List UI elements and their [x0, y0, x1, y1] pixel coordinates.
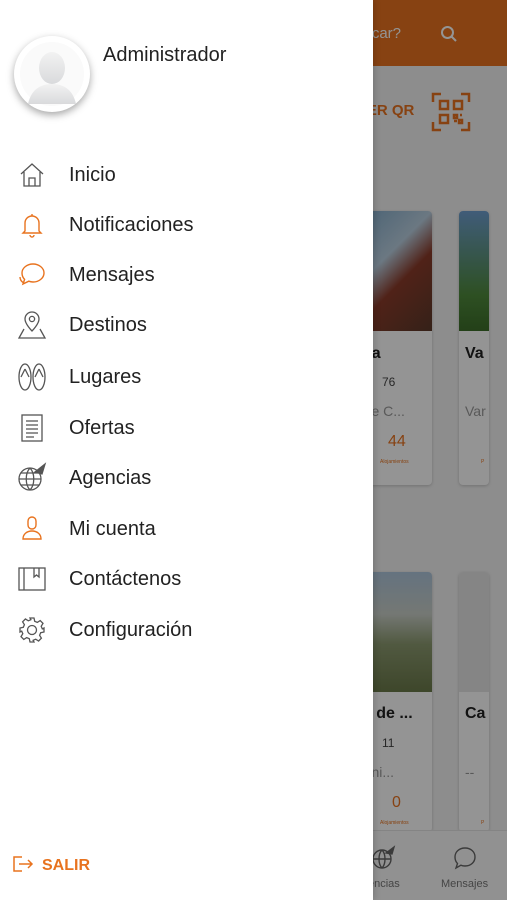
menu-item-label: Mensajes [69, 264, 155, 286]
avatar[interactable] [14, 36, 90, 112]
menu-item-mi-cuenta[interactable]: Mi cuenta [0, 507, 373, 551]
menu-item-label: Notificaciones [69, 214, 194, 236]
menu-item-destinos[interactable]: Destinos [0, 303, 373, 347]
menu-item-label: Mi cuenta [69, 518, 156, 540]
logout-icon [12, 854, 34, 879]
menu-item-inicio[interactable]: Inicio [0, 153, 373, 197]
user-icon [14, 514, 50, 544]
menu-item-label: Agencias [69, 467, 152, 489]
menu-item-notificaciones[interactable]: Notificaciones [0, 203, 373, 247]
menu-item-label: Ofertas [69, 417, 135, 439]
menu-item-label: Inicio [69, 164, 116, 186]
map-pin-icon [14, 310, 50, 340]
menu-item-label: Destinos [69, 314, 147, 336]
flip-flops-icon [14, 362, 50, 392]
menu-item-label: Lugares [69, 366, 142, 388]
bell-icon [14, 210, 50, 240]
globe-plane-icon [14, 462, 50, 493]
menu-item-label: Configuración [69, 619, 193, 641]
document-list-icon [14, 413, 50, 443]
menu-item-mensajes[interactable]: Mensajes [0, 253, 373, 297]
logout-button[interactable]: SALIR [12, 853, 90, 879]
book-icon [14, 564, 50, 594]
menu-item-lugares[interactable]: Lugares [0, 355, 373, 399]
gear-icon [14, 615, 50, 645]
menu-item-contactenos[interactable]: Contáctenos [0, 557, 373, 601]
home-icon [14, 160, 50, 190]
menu-item-ofertas[interactable]: Ofertas [0, 406, 373, 450]
navigation-drawer: Administrador Inicio Notificaciones Mens… [0, 0, 373, 900]
menu-item-configuracion[interactable]: Configuración [0, 608, 373, 652]
chat-bubble-icon [14, 260, 50, 290]
logout-label: SALIR [42, 857, 90, 874]
user-name: Administrador [103, 44, 227, 66]
menu-item-label: Contáctenos [69, 568, 182, 590]
menu-item-agencias[interactable]: Agencias [0, 456, 373, 500]
